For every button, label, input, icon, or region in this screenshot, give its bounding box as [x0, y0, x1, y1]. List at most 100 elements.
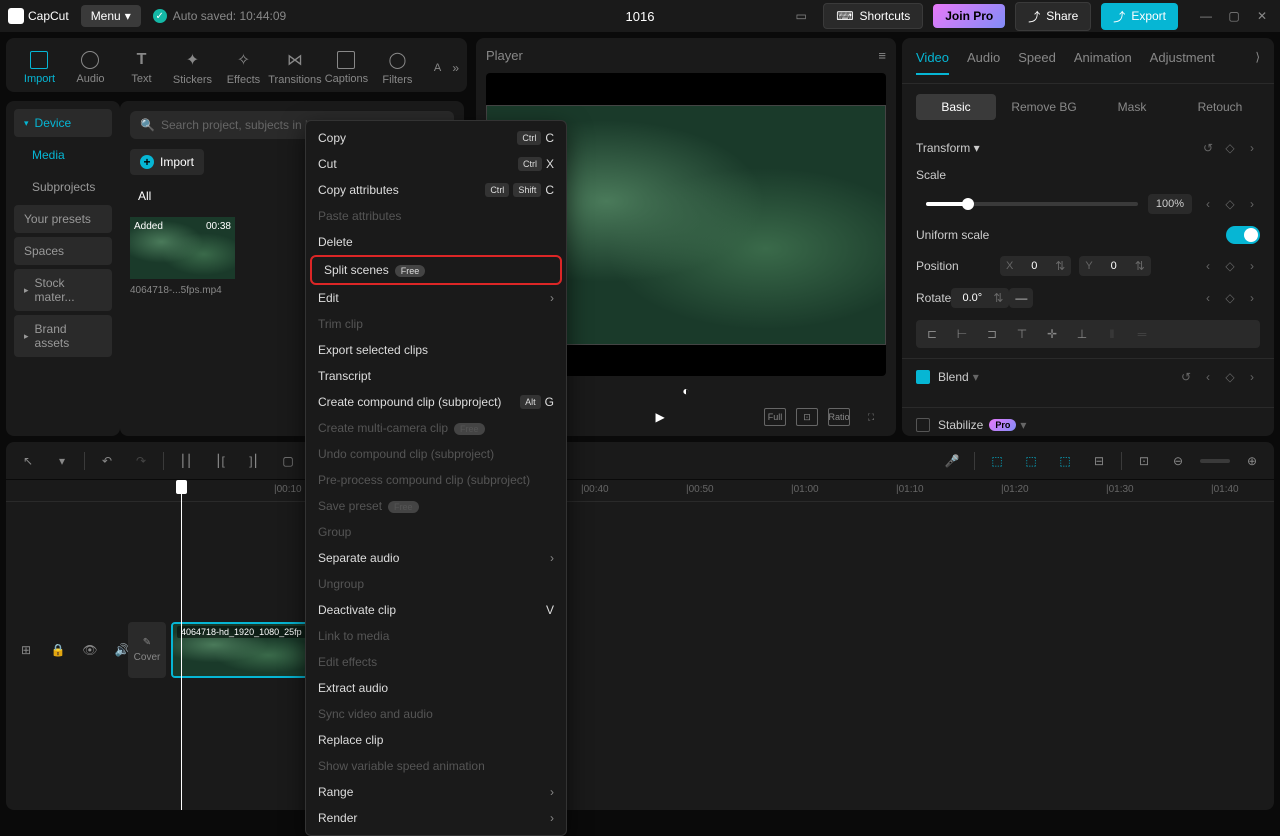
uniform-toggle[interactable] [1226, 226, 1260, 244]
crop-tool[interactable]: ▢ [276, 449, 300, 473]
align-dist-h[interactable]: ‖ [1100, 324, 1124, 344]
subtab-mask[interactable]: Mask [1092, 94, 1172, 120]
tab-audio[interactable]: Audio [65, 45, 116, 91]
preview-tool[interactable]: ⊡ [1132, 449, 1156, 473]
ctx-separate-audio[interactable]: Separate audio› [306, 545, 566, 571]
zoom-out[interactable]: ⊖ [1166, 449, 1190, 473]
menu-button[interactable]: Menu▾ [81, 5, 141, 27]
cursor-tool[interactable]: ↖ [16, 449, 40, 473]
align-center-h[interactable]: ⊢ [950, 324, 974, 344]
tab-more[interactable]: A [423, 56, 452, 80]
redo-button[interactable]: ↷ [129, 449, 153, 473]
tab-import[interactable]: Import [14, 45, 65, 91]
align-bottom[interactable]: ⊥ [1070, 324, 1094, 344]
ctx-copy-attr[interactable]: Copy attributesCtrlShiftC [306, 177, 566, 203]
track-tool[interactable]: ⊟ [1087, 449, 1111, 473]
tab-text[interactable]: TText [116, 45, 167, 91]
tab-stickers[interactable]: ✦Stickers [167, 44, 218, 92]
tab-transitions[interactable]: ⋈Transitions [269, 44, 321, 92]
split-tool[interactable]: ⎮⎮ [174, 449, 198, 473]
zoom-in[interactable]: ⊕ [1240, 449, 1264, 473]
export-button[interactable]: ⤴ Export [1101, 3, 1178, 30]
track-expand[interactable]: ⊞ [14, 638, 38, 662]
blend-checkbox[interactable] [916, 370, 930, 384]
ctx-render[interactable]: Render› [306, 805, 566, 831]
ctx-replace[interactable]: Replace clip [306, 727, 566, 753]
sidebar-device[interactable]: ▾Device [14, 109, 112, 137]
reset-blend[interactable]: ↺ [1178, 369, 1194, 385]
player-menu-icon[interactable]: ≡ [878, 48, 886, 63]
minimize-button[interactable]: — [1196, 6, 1216, 26]
subtab-retouch[interactable]: Retouch [1180, 94, 1260, 120]
keyframe-blend[interactable]: ◇ [1222, 369, 1238, 385]
reset-icon[interactable]: ↺ [1200, 140, 1216, 156]
ctx-transcript[interactable]: Transcript [306, 363, 566, 389]
crop-button[interactable]: ⊡ [796, 408, 818, 426]
ctx-split-scenes[interactable]: Split scenesFree [310, 255, 562, 285]
subtab-removebg[interactable]: Remove BG [1004, 94, 1084, 120]
align-center-v[interactable]: ✛ [1040, 324, 1064, 344]
align-left[interactable]: ⊏ [920, 324, 944, 344]
shortcuts-button[interactable]: ⌨ Shortcuts [823, 3, 923, 29]
ctx-export-sel[interactable]: Export selected clips [306, 337, 566, 363]
ctx-delete[interactable]: Delete [306, 229, 566, 255]
tab-captions[interactable]: Captions [321, 45, 372, 91]
rotate-input[interactable]: 0.0°⇅ [951, 288, 1009, 308]
keyframe-rot[interactable]: ◇ [1222, 290, 1238, 306]
cursor-dropdown[interactable]: ▾ [50, 449, 74, 473]
close-button[interactable]: ✕ [1252, 6, 1272, 26]
sidebar-spaces[interactable]: Spaces [14, 237, 112, 265]
link-tool[interactable]: ⬚ [1019, 449, 1043, 473]
ratio-button[interactable]: Ratio [828, 408, 850, 426]
ctx-compound[interactable]: Create compound clip (subproject)AltG [306, 389, 566, 415]
rotate-reset[interactable]: — [1009, 288, 1033, 308]
props-tab-video[interactable]: Video [916, 50, 949, 75]
mic-tool[interactable]: 🎤 [940, 449, 964, 473]
stabilize-checkbox[interactable] [916, 418, 930, 432]
import-button[interactable]: +Import [130, 149, 204, 175]
tab-effects[interactable]: ✧Effects [218, 44, 269, 92]
keyframe-icon[interactable]: ◇ [1222, 140, 1238, 156]
scale-value[interactable]: 100% [1148, 194, 1192, 214]
ctx-cut[interactable]: CutCtrlX [306, 151, 566, 177]
snap-tool[interactable]: ⬚ [1053, 449, 1077, 473]
play-button[interactable]: ▶ [655, 410, 664, 424]
media-clip[interactable]: Added00:38 4064718-...5fps.mp4 [130, 217, 235, 296]
sidebar-presets[interactable]: Your presets [14, 205, 112, 233]
track-visible[interactable]: 👁 [78, 638, 102, 662]
share-button[interactable]: ⤴ Share [1015, 2, 1091, 31]
subtab-basic[interactable]: Basic [916, 94, 996, 120]
playhead[interactable] [181, 480, 182, 810]
ctx-extract-audio[interactable]: Extract audio [306, 675, 566, 701]
ctx-edit[interactable]: Edit› [306, 285, 566, 311]
sidebar-stock[interactable]: ▸Stock mater... [14, 269, 112, 311]
zoom-slider[interactable] [1200, 459, 1230, 463]
project-title[interactable]: 1016 [626, 9, 655, 24]
aspect-icon[interactable]: ▭ [789, 4, 813, 28]
ctx-range[interactable]: Range› [306, 779, 566, 805]
sidebar-media[interactable]: Media [14, 141, 112, 169]
cover-button[interactable]: ✎Cover [128, 622, 166, 678]
props-tab-speed[interactable]: Speed [1018, 50, 1056, 75]
trim-right-tool[interactable]: ]⎮ [242, 449, 266, 473]
fullscreen-button[interactable]: ⛶ [860, 408, 882, 426]
align-dist-v[interactable]: ═ [1130, 324, 1154, 344]
undo-button[interactable]: ↶ [95, 449, 119, 473]
props-tab-animation[interactable]: Animation [1074, 50, 1132, 75]
ctx-deactivate[interactable]: Deactivate clipV [306, 597, 566, 623]
props-tab-audio[interactable]: Audio [967, 50, 1000, 75]
scale-slider[interactable] [926, 202, 1138, 206]
timeline-clip[interactable]: 4064718-hd_1920_1080_25fp [171, 622, 311, 678]
sidebar-subprojects[interactable]: Subprojects [14, 173, 112, 201]
keyframe-scale[interactable]: ◇ [1222, 196, 1238, 212]
props-tab-adjustment[interactable]: Adjustment [1150, 50, 1215, 75]
pos-y-input[interactable]: Y0⇅ [1079, 256, 1150, 276]
align-top[interactable]: ⊤ [1010, 324, 1034, 344]
full-button[interactable]: Full [764, 408, 786, 426]
keyframe-pos[interactable]: ◇ [1222, 258, 1238, 274]
align-right[interactable]: ⊐ [980, 324, 1004, 344]
join-pro-button[interactable]: Join Pro [933, 4, 1005, 28]
maximize-button[interactable]: ▢ [1224, 6, 1244, 26]
trim-left-tool[interactable]: ⎮[ [208, 449, 232, 473]
magnet-tool[interactable]: ⬚ [985, 449, 1009, 473]
